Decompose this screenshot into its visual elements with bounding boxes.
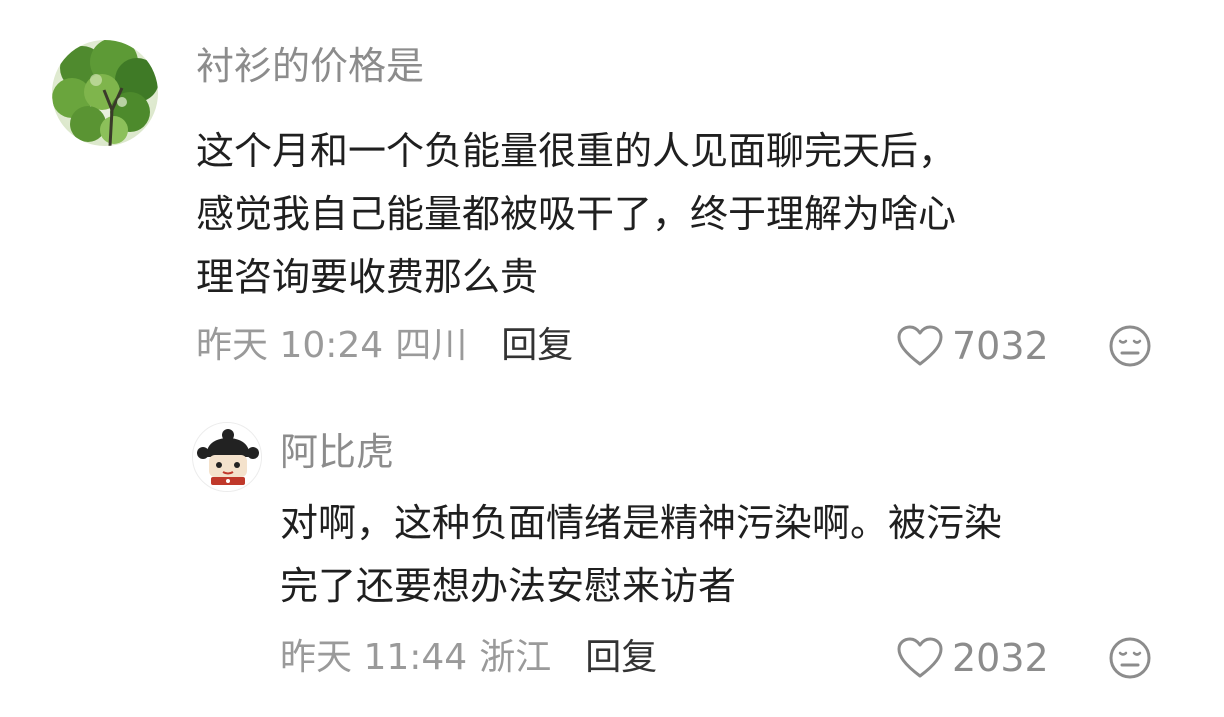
cartoon-character-avatar-icon <box>193 423 261 491</box>
reply-avatar[interactable] <box>192 422 262 492</box>
comment-username[interactable]: 衬衫的价格是 <box>196 40 424 92</box>
reply-username[interactable]: 阿比虎 <box>280 426 394 478</box>
comment-content: 这个月和一个负能量很重的人见面聊完天后， 感觉我自己能量都被吸干了，终于理解为啥… <box>196 120 956 309</box>
neutral-face-icon <box>1109 637 1151 679</box>
reply-line: 完了还要想办法安慰来访者 <box>280 564 737 608</box>
reply-line: 对啊，这种负面情绪是精神污染啊。被污染 <box>280 501 1003 545</box>
comment-time: 昨天 10:24 <box>196 325 384 366</box>
reply-meta: 昨天 11:44 浙江 回复 <box>280 632 657 684</box>
reply-content: 对啊，这种负面情绪是精神污染啊。被污染 完了还要想办法安慰来访者 <box>280 492 1002 618</box>
neutral-face-icon <box>1109 325 1151 367</box>
reply-reply-button[interactable]: 回复 <box>585 632 657 684</box>
user-avatar[interactable] <box>52 40 158 146</box>
comment-line: 感觉我自己能量都被吸干了，终于理解为啥心 <box>196 192 957 236</box>
like-count: 7032 <box>952 324 1049 368</box>
comment-meta: 昨天 10:24 四川 回复 <box>196 320 573 372</box>
reply-item: 阿比虎 对啊，这种负面情绪是精神污染啊。被污染 完了还要想办法安慰来访者 昨天 … <box>0 400 1224 717</box>
comment-item: 衬衫的价格是 这个月和一个负能量很重的人见面聊完天后， 感觉我自己能量都被吸干了… <box>0 0 1224 400</box>
tree-photo-avatar-icon <box>52 40 158 146</box>
comment-line: 这个月和一个负能量很重的人见面聊完天后， <box>196 129 957 173</box>
reply-like-count: 2032 <box>952 636 1049 680</box>
comment-line: 理咨询要收费那么贵 <box>196 255 539 299</box>
reply-like-button[interactable]: 2032 <box>896 632 1049 684</box>
like-button[interactable]: 7032 <box>896 320 1049 372</box>
comment-location: 四川 <box>395 325 468 366</box>
heart-icon <box>897 325 943 366</box>
reply-location: 浙江 <box>479 637 552 678</box>
reply-reaction-button[interactable] <box>1108 636 1152 684</box>
heart-icon <box>897 637 943 678</box>
reply-time: 昨天 11:44 <box>280 637 468 678</box>
reply-button[interactable]: 回复 <box>501 320 573 372</box>
reaction-button[interactable] <box>1108 324 1152 372</box>
